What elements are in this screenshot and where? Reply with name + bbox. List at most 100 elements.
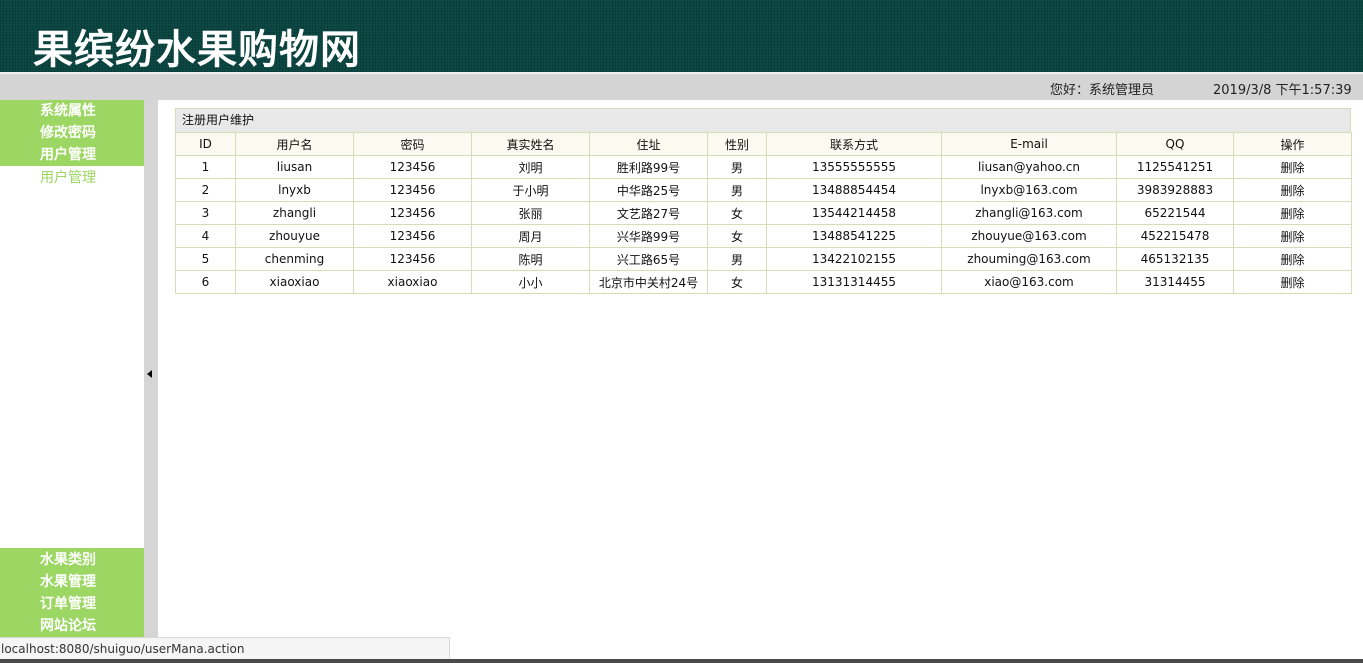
cell-phone: 13555555555 [766,155,942,179]
col-header-realname: 真实姓名 [471,132,590,156]
cell-address: 文艺路27号 [589,201,708,225]
cell-action: 删除 [1233,270,1352,294]
cell-id: 1 [175,155,236,179]
col-header-action: 操作 [1233,132,1352,156]
delete-link[interactable]: 删除 [1280,207,1304,221]
table-row: 1 liusan 123456 刘明 胜利路99号 男 13555555555 … [175,155,1352,179]
cell-username: xiaoxiao [235,270,354,294]
cell-id: 6 [175,270,236,294]
cell-address: 兴工路65号 [589,247,708,271]
sidebar-item-change-password[interactable]: 修改密码 [40,122,96,144]
cell-qq: 452215478 [1116,224,1234,248]
cell-qq: 31314455 [1116,270,1234,294]
os-taskbar [0,659,1363,663]
cell-username: liusan [235,155,354,179]
cell-qq: 1125541251 [1116,155,1234,179]
delete-link[interactable]: 删除 [1280,184,1304,198]
cell-password: 123456 [353,247,472,271]
cell-phone: 13488854454 [766,178,942,202]
cell-username: zhangli [235,201,354,225]
col-header-phone: 联系方式 [766,132,942,156]
cell-id: 5 [175,247,236,271]
cell-realname: 陈明 [471,247,590,271]
site-header: 果缤纷水果购物网 [0,0,1363,73]
cell-address: 中华路25号 [589,178,708,202]
table-row: 5 chenming 123456 陈明 兴工路65号 男 1342210215… [175,247,1352,271]
cell-address: 胜利路99号 [589,155,708,179]
cell-id: 3 [175,201,236,225]
cell-email: xiao@163.com [941,270,1117,294]
sidebar-item-system-properties[interactable]: 系统属性 [40,100,96,122]
cell-gender: 男 [707,178,767,202]
sidebar-item-fruit-category[interactable]: 水果类别 [40,549,96,571]
cell-action: 删除 [1233,201,1352,225]
col-header-username: 用户名 [235,132,354,156]
table-row: 2 lnyxb 123456 于小明 中华路25号 男 13488854454 … [175,178,1352,202]
table-row: 3 zhangli 123456 张丽 文艺路27号 女 13544214458… [175,201,1352,225]
col-header-id: ID [175,132,236,156]
sidebar-item-fruit-management[interactable]: 水果管理 [40,571,96,593]
sidebar-item-order-management[interactable]: 订单管理 [40,593,96,615]
cell-username: chenming [235,247,354,271]
current-datetime: 2019/3/8 下午1:57:39 [1213,83,1352,98]
col-header-address: 住址 [589,132,708,156]
table-header-row: ID 用户名 密码 真实姓名 住址 性别 联系方式 E-mail QQ 操作 [175,132,1352,156]
cell-gender: 女 [707,270,767,294]
sidebar-item-user-management[interactable]: 用户管理 [40,144,96,166]
sidebar-item-forum[interactable]: 网站论坛 [40,615,96,637]
cell-action: 删除 [1233,247,1352,271]
browser-status-bar: localhost:8080/shuiguo/userMana.action [0,637,450,659]
cell-gender: 男 [707,155,767,179]
cell-action: 删除 [1233,155,1352,179]
cell-email: zhangli@163.com [941,201,1117,225]
delete-link[interactable]: 删除 [1280,230,1304,244]
sidebar-top-menu: 系统属性 修改密码 用户管理 [0,100,144,166]
cell-gender: 男 [707,247,767,271]
cell-qq: 3983928883 [1116,178,1234,202]
cell-realname: 周月 [471,224,590,248]
sidebar: 系统属性 修改密码 用户管理 用户管理 水果类别 水果管理 订单管理 网站论坛 [0,100,144,637]
sidebar-subitem-user-management[interactable]: 用户管理 [40,167,96,189]
cell-password: 123456 [353,201,472,225]
cell-email: zhouming@163.com [941,247,1117,271]
cell-phone: 13544214458 [766,201,942,225]
table-row: 6 xiaoxiao xiaoxiao 小小 北京市中关村24号 女 13131… [175,270,1352,294]
info-bar: 您好：系统管理员 2019/3/8 下午1:57:39 [0,74,1363,100]
cell-id: 2 [175,178,236,202]
frame-splitter[interactable] [144,100,158,637]
cell-email: liusan@yahoo.cn [941,155,1117,179]
table-row: 4 zhouyue 123456 周月 兴华路99号 女 13488541225… [175,224,1352,248]
main-content: 注册用户维护 ID 用户名 密码 真实姓名 住址 性别 联系方式 E-mail [175,108,1352,294]
cell-realname: 张丽 [471,201,590,225]
cell-email: zhouyue@163.com [941,224,1117,248]
delete-link[interactable]: 删除 [1280,253,1304,267]
cell-gender: 女 [707,224,767,248]
delete-link[interactable]: 删除 [1280,276,1304,290]
cell-qq: 465132135 [1116,247,1234,271]
panel-title: 注册用户维护 [175,108,1351,132]
cell-phone: 13422102155 [766,247,942,271]
col-header-password: 密码 [353,132,472,156]
col-header-gender: 性别 [707,132,767,156]
sidebar-bottom-menu: 水果类别 水果管理 订单管理 网站论坛 [0,548,144,637]
cell-password: 123456 [353,178,472,202]
cell-username: lnyxb [235,178,354,202]
cell-password: xiaoxiao [353,270,472,294]
col-header-email: E-mail [941,132,1117,156]
cell-realname: 小小 [471,270,590,294]
cell-phone: 13131314455 [766,270,942,294]
delete-link[interactable]: 删除 [1280,161,1304,175]
cell-gender: 女 [707,201,767,225]
cell-email: lnyxb@163.com [941,178,1117,202]
cell-password: 123456 [353,155,472,179]
cell-phone: 13488541225 [766,224,942,248]
cell-qq: 65221544 [1116,201,1234,225]
cell-realname: 于小明 [471,178,590,202]
cell-address: 兴华路99号 [589,224,708,248]
site-title: 果缤纷水果购物网 [33,27,361,73]
cell-realname: 刘明 [471,155,590,179]
cell-username: zhouyue [235,224,354,248]
cell-id: 4 [175,224,236,248]
collapse-arrow-icon[interactable] [147,370,152,378]
user-table: ID 用户名 密码 真实姓名 住址 性别 联系方式 E-mail QQ 操作 1… [175,132,1352,294]
